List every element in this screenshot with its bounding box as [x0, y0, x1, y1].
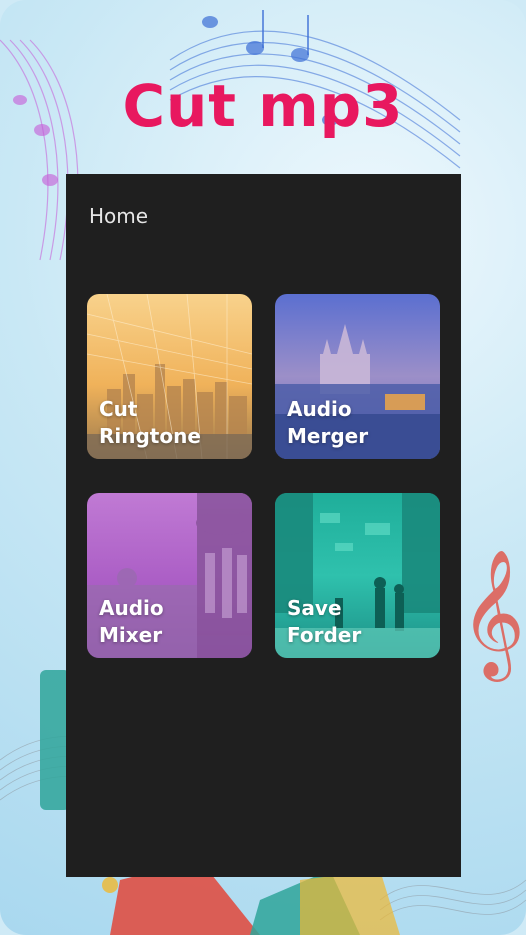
save-folder-card[interactable]: Save Forder	[275, 493, 440, 658]
app-screen: Home Cut Ringtone Audio Merger Audio Mix…	[66, 174, 461, 877]
audio-merger-label: Audio Merger	[287, 397, 369, 448]
audio-merger-card[interactable]: Audio Merger	[275, 294, 440, 459]
cut-ringtone-label: Cut Ringtone	[99, 397, 201, 448]
save-folder-label: Save Forder	[287, 596, 362, 647]
audio-mixer-card[interactable]: Audio Mixer	[87, 493, 252, 658]
svg-text:𝄞: 𝄞	[460, 548, 525, 682]
audio-mixer-label: Audio Mixer	[99, 596, 164, 647]
app-title: Cut mp3	[122, 72, 404, 140]
screen-title: Home	[89, 204, 149, 228]
cut-ringtone-card[interactable]: Cut Ringtone	[87, 294, 252, 459]
